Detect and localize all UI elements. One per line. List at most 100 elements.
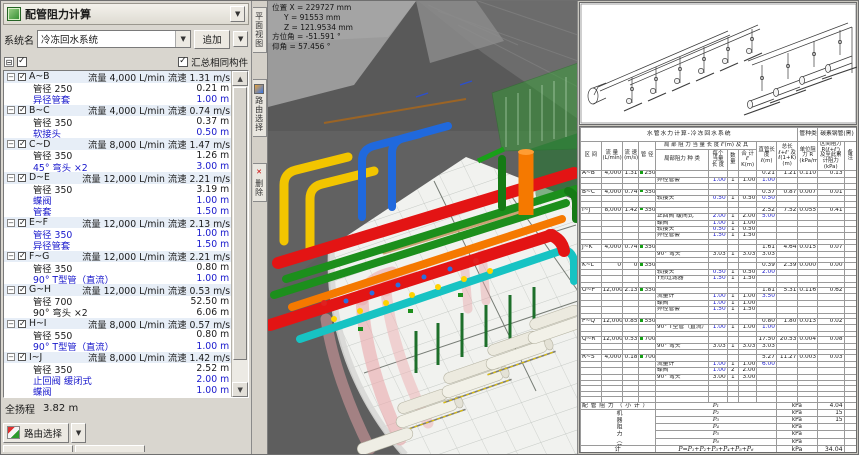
route-select-label: 路由选择 <box>24 426 62 440</box>
readout-line: 位置 X = 229727 mm <box>272 3 353 13</box>
unit-cell: kPa <box>776 424 817 431</box>
scrollbar-thumb[interactable] <box>233 87 247 360</box>
column-header: 管 径 <box>639 142 655 171</box>
table-cell: 0.110 <box>798 171 817 177</box>
segment-checkbox[interactable] <box>18 106 26 114</box>
unit-cell: kPa <box>776 402 817 409</box>
total-value: 34.04 <box>817 445 844 453</box>
table-cell: 20.53 <box>776 337 798 343</box>
close-icon: ✕ <box>255 168 263 177</box>
table-cell: 1.42 <box>623 207 639 213</box>
list-scrollbar[interactable]: ▲ ▼ <box>231 71 248 397</box>
collapse-icon[interactable]: − <box>7 286 15 294</box>
scene-3d[interactable] <box>268 1 577 454</box>
route-select-button[interactable]: 路由选择 <box>3 423 69 443</box>
detail-value: 3.19 m <box>196 184 229 195</box>
add-dropdown-button[interactable]: ▼ <box>233 31 248 47</box>
collapse-icon[interactable]: − <box>7 320 15 328</box>
column-header: 直管长度 ℓ(m) <box>757 142 776 171</box>
collapse-icon[interactable]: − <box>7 140 15 148</box>
check-all-checkbox[interactable] <box>17 57 27 67</box>
total-head-value: 3.82 m <box>43 403 78 414</box>
dia-cell: 550 <box>639 319 655 325</box>
summary-row: 机器阻力（其他）P₂kPa15 <box>581 409 857 416</box>
total-label: 计 <box>581 445 656 453</box>
dia-cell: 350 <box>639 207 655 213</box>
system-name-combobox[interactable]: 冷冻回水系统 ▼ <box>37 30 191 48</box>
table-cell: 0.53 <box>623 337 639 343</box>
segment-checkbox[interactable] <box>18 286 26 294</box>
table-cell: 1.31 <box>623 171 639 177</box>
table-cell: 0.74 <box>623 189 639 195</box>
side-tab-strip: 平面视图路由选择 ✕删除 <box>252 1 268 454</box>
column-header: 区间阻力 R(ℓ+ℓ') 及至此累计阻力 (kPa) <box>817 142 844 171</box>
side-tab-label: 平面视图 <box>254 12 265 48</box>
combobox-arrow-icon[interactable]: ▼ <box>175 31 190 47</box>
summary-total-row: 计P=P₁+P₂+P₃+P₄+P₅+P₆kPa34.04 <box>581 445 857 453</box>
column-header: 数 量 <box>727 149 738 170</box>
readout-line: Y = 91553 mm <box>272 13 353 23</box>
side-tab-删除[interactable]: ✕删除 <box>253 163 267 202</box>
collapse-icon[interactable]: − <box>7 252 15 260</box>
cell-marker-icon <box>640 319 643 322</box>
table-cell: 4,000 <box>601 245 623 251</box>
detail-value: 2.52 m <box>196 363 229 374</box>
segment-checkbox[interactable] <box>18 73 26 81</box>
value-cell: 15 <box>817 417 844 424</box>
segment-checkbox[interactable] <box>18 219 26 227</box>
calc-app-icon <box>7 7 21 21</box>
value-cell <box>817 431 844 438</box>
column-header: 合 计 ℓ' K(m) <box>738 149 756 170</box>
clipped-button-1[interactable] <box>3 445 73 452</box>
clipped-button-2[interactable] <box>75 445 145 452</box>
collapse-all-button[interactable]: ⊟ <box>4 57 14 67</box>
side-tab-路由选择[interactable]: 路由选择 <box>253 79 267 137</box>
detail-value: 1.26 m <box>196 150 229 161</box>
cell-marker-icon <box>640 288 643 291</box>
segment-checkbox[interactable] <box>18 174 26 182</box>
table-cell: 0.004 <box>798 337 817 343</box>
total-head-row: 全扬程 3.82 m <box>3 398 249 417</box>
column-header: 总长 ℓ+ℓ' 及 ℓ(1+K) (m) <box>776 142 798 171</box>
detail-value: 1.00 m <box>196 195 229 206</box>
column-header: 单位阻力 R (kPa/m) <box>798 142 817 171</box>
collapse-icon[interactable]: − <box>7 73 15 81</box>
segment-detail-row[interactable]: 软接头0.50 m <box>4 396 232 397</box>
panel-menu-button[interactable]: ▼ <box>230 6 245 22</box>
dia-cell: 700 <box>639 337 655 343</box>
segment-list: −A~B流量 4,000 L/min 流速 1.31 m/s管径 2500.21… <box>4 71 232 397</box>
readout-line: 仰角 = 57.456 ° <box>272 42 353 52</box>
collapse-icon[interactable]: − <box>7 174 15 182</box>
add-system-button[interactable]: 追加 <box>194 30 230 49</box>
header-row-1: 区 间流 量 (L/min)流 速 (m/s)管 径局 部 阻 力 当 量 长 … <box>581 142 857 150</box>
collapse-icon[interactable]: − <box>7 106 15 114</box>
table-cell: 4,000 <box>601 189 623 195</box>
clipped-toolbar <box>3 445 249 452</box>
segment-checkbox[interactable] <box>18 140 26 148</box>
scroll-down-icon[interactable]: ▼ <box>232 382 248 397</box>
segment-checkbox[interactable] <box>18 353 26 361</box>
readout-line: 方位角 = -51.591 ° <box>272 32 353 42</box>
side-tab-平面视图[interactable]: 平面视图 <box>253 7 267 53</box>
merge-same-checkbox[interactable] <box>178 57 188 67</box>
total-head-label: 全扬程 <box>5 401 35 416</box>
formula-cell: P₃ <box>655 417 776 424</box>
detail-value: 2.00 m <box>196 374 229 385</box>
table-cell: 0.015 <box>798 245 817 251</box>
formula-cell: P₄ <box>655 424 776 431</box>
total-formula: P=P₁+P₂+P₃+P₄+P₅+P₆ <box>655 445 776 453</box>
dia-cell: 350 <box>639 288 655 294</box>
scroll-up-icon[interactable]: ▲ <box>232 71 248 86</box>
segment-checkbox[interactable] <box>18 252 26 260</box>
viewport-3d[interactable]: 位置 X = 229727 mm Y = 91553 mm Z = 121.95… <box>268 1 577 454</box>
report-panel: 水管水力计算-冷冻回水系统管种类碳素钢管(黑)区 间流 量 (L/min)流 速… <box>577 1 858 454</box>
unit-cell: kPa <box>776 417 817 424</box>
system-name-label: 系统名 <box>4 32 34 47</box>
orange-riser-cap <box>518 149 534 155</box>
segment-checkbox[interactable] <box>18 320 26 328</box>
viewpoint-readout: 位置 X = 229727 mm Y = 91553 mm Z = 121.95… <box>272 3 353 52</box>
route-dropdown-button[interactable]: ▼ <box>71 423 86 443</box>
collapse-icon[interactable]: − <box>7 219 15 227</box>
collapse-icon[interactable]: − <box>7 353 15 361</box>
column-header: 每个当量 长 度 <box>709 149 727 170</box>
